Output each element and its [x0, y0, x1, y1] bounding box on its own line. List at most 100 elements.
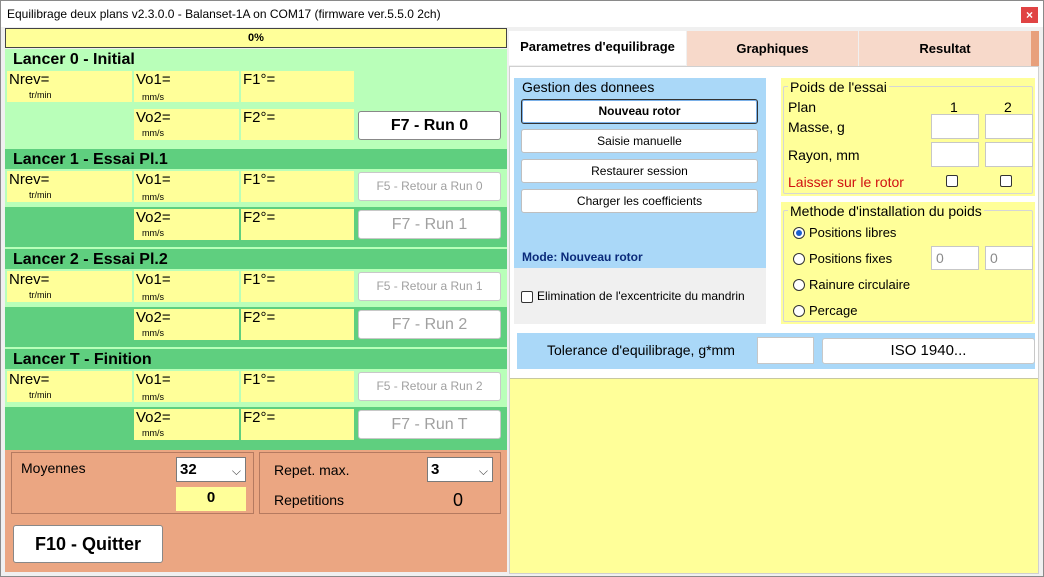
gestion-panel: Gestion des donnees Nouveau rotor Saisie…: [514, 78, 766, 268]
plan2-label: 2: [1004, 99, 1012, 115]
tolerance-row: Tolerance d'equilibrage, g*mm ISO 1940..…: [517, 333, 1035, 369]
fixed-plan1-input[interactable]: 0: [931, 246, 979, 270]
runT-f2-field: F2°=: [241, 409, 354, 440]
vo1-unit: mm/s: [142, 192, 164, 202]
nrev-unit: tr/min: [29, 190, 52, 200]
f1-label: F1°=: [243, 271, 276, 288]
iso-1940-button[interactable]: ISO 1940...: [822, 338, 1035, 364]
restaurer-session-button[interactable]: Restaurer session: [521, 159, 758, 183]
laisser-plan1-checkbox[interactable]: [946, 175, 958, 187]
run0-vo2-field: Vo2= mm/s: [134, 109, 239, 140]
tolerance-input[interactable]: [757, 337, 814, 364]
run0-section: Lancer 0 - Initial Nrev= tr/min Vo1= mm/…: [5, 49, 507, 149]
f1-label: F1°=: [243, 371, 276, 388]
vo2-label: Vo2=: [136, 409, 171, 426]
moyennes-box: Moyennes 32 ⌵ 0: [11, 452, 254, 514]
progress-bar: 0%: [5, 28, 507, 48]
moyennes-select[interactable]: 32 ⌵: [176, 457, 246, 482]
runT-back-button[interactable]: F5 - Retour a Run 2: [358, 372, 501, 401]
run1-nrev-field: Nrev= tr/min: [7, 171, 132, 202]
vo2-label: Vo2=: [136, 309, 171, 326]
vo2-unit: mm/s: [142, 328, 164, 338]
f1-label: F1°=: [243, 171, 276, 188]
runT-f1-field: F1°=: [241, 371, 354, 402]
elimination-label: Elimination de l'excentricite du mandrin: [537, 289, 745, 303]
f2-label: F2°=: [243, 109, 276, 126]
runT-nrev-field: Nrev= tr/min: [7, 371, 132, 402]
output-area: [510, 378, 1038, 573]
tab-graphiques[interactable]: Graphiques: [687, 31, 858, 67]
run0-button[interactable]: F7 - Run 0: [358, 111, 501, 140]
nrev-label: Nrev=: [9, 71, 50, 88]
laisser-label: Laisser sur le rotor: [788, 174, 904, 190]
tab-parametres[interactable]: Parametres d'equilibrage: [509, 31, 686, 65]
repet-max-select[interactable]: 3 ⌵: [427, 457, 493, 482]
f2-label: F2°=: [243, 309, 276, 326]
run1-back-button[interactable]: F5 - Retour a Run 0: [358, 172, 501, 201]
run1-f1-field: F1°=: [241, 171, 354, 202]
vo2-label: Vo2=: [136, 109, 171, 126]
elimination-checkbox[interactable]: [521, 291, 533, 303]
poids-title: Poids de l'essai: [788, 79, 889, 95]
rayon-plan2-input[interactable]: [985, 142, 1033, 167]
runT-section: Lancer T - Finition Nrev= tr/min Vo1= mm…: [5, 349, 507, 450]
quit-button[interactable]: F10 - Quitter: [13, 525, 163, 563]
fixed-plan2-input[interactable]: 0: [985, 246, 1033, 270]
repetitions-label: Repetitions: [274, 492, 345, 508]
runT-vo2-field: Vo2= mm/s: [134, 409, 239, 440]
percage-label: Percage: [809, 303, 858, 318]
run1-f2-field: F2°=: [241, 209, 354, 240]
nouveau-rotor-button[interactable]: Nouveau rotor: [521, 99, 758, 124]
radio-rainure-circulaire[interactable]: [793, 279, 805, 291]
rainure-label: Rainure circulaire: [809, 277, 911, 292]
repetitions-value: 0: [453, 490, 464, 510]
charger-coefficients-button[interactable]: Charger les coefficients: [521, 189, 758, 213]
run0-vo1-field: Vo1= mm/s: [134, 71, 239, 102]
tolerance-label: Tolerance d'equilibrage, g*mm: [547, 342, 735, 358]
nrev-label: Nrev=: [9, 371, 50, 388]
run0-nrev-field: Nrev= tr/min: [7, 71, 132, 102]
runT-title: Lancer T - Finition: [13, 351, 152, 368]
moyennes-count: 0: [176, 487, 246, 511]
run1-title: Lancer 1 - Essai Pl.1: [13, 151, 168, 168]
run2-back-button[interactable]: F5 - Retour a Run 1: [358, 272, 501, 301]
moyennes-label: Moyennes: [21, 460, 86, 476]
masse-plan1-input[interactable]: [931, 114, 979, 139]
close-icon[interactable]: ×: [1021, 7, 1038, 23]
run2-f1-field: F1°=: [241, 271, 354, 302]
repetitions-box: Repet. max. 3 ⌵ Repetitions 0: [259, 452, 501, 514]
methode-title: Methode d'installation du poids: [788, 203, 984, 219]
run0-title: Lancer 0 - Initial: [13, 51, 135, 68]
gestion-title: Gestion des donnees: [522, 79, 655, 95]
f1-label: F1°=: [243, 71, 276, 88]
saisie-manuelle-button[interactable]: Saisie manuelle: [521, 129, 758, 153]
vo1-unit: mm/s: [142, 392, 164, 402]
run2-nrev-field: Nrev= tr/min: [7, 271, 132, 302]
radio-positions-libres[interactable]: [793, 227, 805, 239]
repet-max-label: Repet. max.: [274, 462, 350, 478]
run1-section: Lancer 1 - Essai Pl.1 Nrev= tr/min Vo1= …: [5, 149, 507, 249]
radio-positions-fixes[interactable]: [793, 253, 805, 265]
vo2-unit: mm/s: [142, 228, 164, 238]
run1-button[interactable]: F7 - Run 1: [358, 210, 501, 239]
vo1-label: Vo1=: [136, 271, 171, 288]
runT-button[interactable]: F7 - Run T: [358, 410, 501, 439]
run2-button[interactable]: F7 - Run 2: [358, 310, 501, 339]
nrev-label: Nrev=: [9, 171, 50, 188]
run2-section: Lancer 2 - Essai Pl.2 Nrev= tr/min Vo1= …: [5, 249, 507, 349]
radio-percage[interactable]: [793, 305, 805, 317]
title-bar: Equilibrage deux plans v2.3.0.0 - Balans…: [1, 1, 1043, 27]
positions-fixes-label: Positions fixes: [809, 251, 893, 266]
tab-resultat[interactable]: Resultat: [859, 31, 1031, 67]
vo2-unit: mm/s: [142, 428, 164, 438]
masse-plan2-input[interactable]: [985, 114, 1033, 139]
rayon-plan1-input[interactable]: [931, 142, 979, 167]
window-title: Equilibrage deux plans v2.3.0.0 - Balans…: [7, 7, 441, 21]
laisser-plan2-checkbox[interactable]: [1000, 175, 1012, 187]
run2-title: Lancer 2 - Essai Pl.2: [13, 251, 168, 268]
bottom-panel: Moyennes 32 ⌵ 0 Repet. max. 3 ⌵ Repetiti…: [5, 450, 507, 572]
f2-label: F2°=: [243, 409, 276, 426]
positions-libres-label: Positions libres: [809, 225, 897, 240]
moyennes-value: 32: [180, 461, 197, 478]
poids-panel: Poids de l'essai Plan 1 2 Masse, g Rayon…: [781, 78, 1035, 196]
